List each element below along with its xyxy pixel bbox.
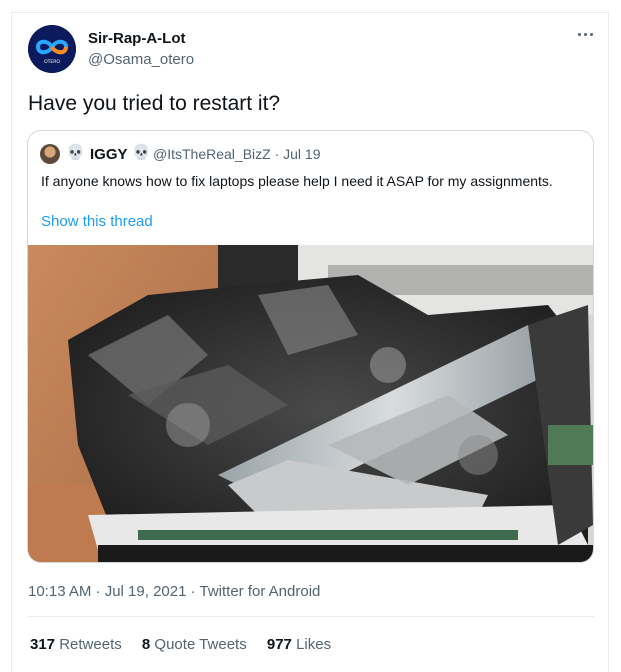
retweets-label: Retweets — [59, 636, 122, 653]
divider — [28, 616, 594, 617]
engagement-stats: 317 Retweets 8 Quote Tweets 977 Likes — [30, 636, 347, 653]
show-thread-link[interactable]: Show this thread — [41, 213, 153, 230]
likes-label: Likes — [296, 636, 332, 653]
quote-tweets-label: Quote Tweets — [154, 636, 247, 653]
quoted-tweet[interactable]: 💀 IGGY 💀 @ItsTheReal_BizZ · Jul 19 If an… — [27, 130, 594, 563]
quoted-handle-date[interactable]: @ItsTheReal_BizZ · Jul 19 — [153, 146, 321, 162]
tweet-text: Have you tried to restart it? — [28, 92, 281, 115]
likes-stat[interactable]: 977 Likes — [267, 636, 331, 653]
quote-tweets-count: 8 — [141, 636, 151, 653]
svg-text:OTERO: OTERO — [44, 59, 60, 65]
skull-emoji-icon: 💀 — [132, 144, 151, 161]
more-options-icon[interactable] — [576, 28, 596, 42]
likes-count: 977 — [266, 636, 292, 653]
retweets-count: 317 — [30, 636, 56, 653]
author-handle[interactable]: @Osama_otero — [88, 51, 194, 68]
quoted-author-name[interactable]: IGGY — [90, 146, 128, 163]
skull-emoji-icon: 💀 — [66, 144, 85, 161]
infinity-logo-icon: OTERO — [28, 25, 76, 73]
quote-tweets-stat[interactable]: 8 Quote Tweets — [142, 636, 247, 653]
burnt-laptop-photo[interactable] — [28, 245, 593, 562]
tweet-timestamp[interactable]: 10:13 AM · Jul 19, 2021 · Twitter for An… — [28, 583, 320, 600]
retweets-stat[interactable]: 317 Retweets — [30, 636, 122, 653]
quoted-text: If anyone knows how to fix laptops pleas… — [41, 173, 553, 189]
author-name[interactable]: Sir-Rap-A-Lot — [88, 30, 186, 47]
author-avatar[interactable]: OTERO — [28, 25, 76, 73]
quoted-avatar[interactable] — [40, 144, 60, 164]
